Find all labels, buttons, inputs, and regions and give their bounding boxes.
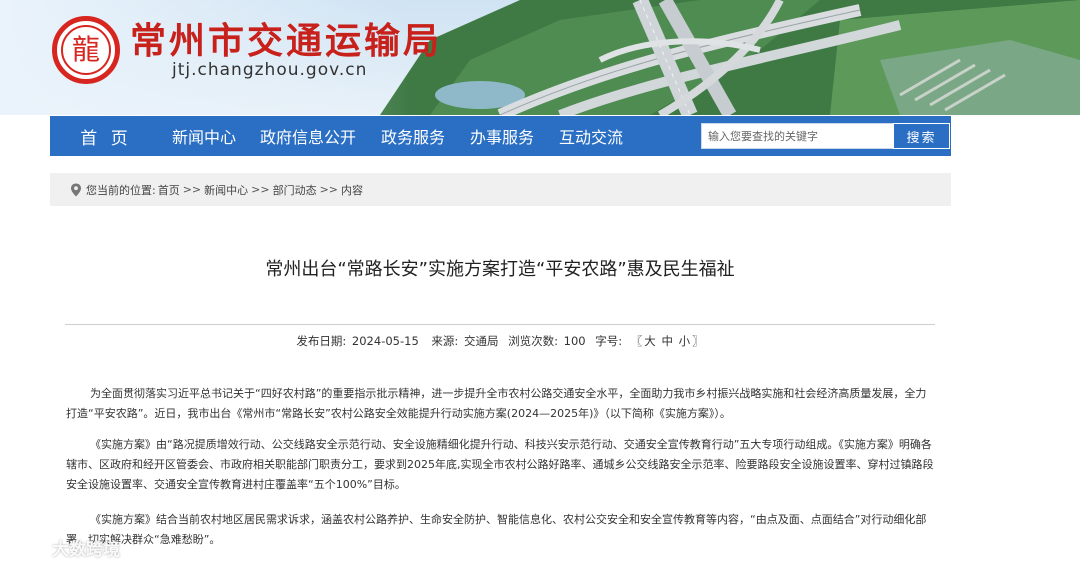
nav-news-center[interactable]: 新闻中心 xyxy=(162,124,246,148)
breadcrumb-dept-news[interactable]: 部门动态 xyxy=(273,182,317,198)
site-title[interactable]: 常州市交通运输局 xyxy=(130,12,442,64)
article-title: 常州出台“常路长安”实施方案打造“平安农路”惠及民生福祉 xyxy=(265,259,735,280)
font-size-bracket-open: 〖 xyxy=(630,334,643,348)
dragon-seal-icon: 龍 xyxy=(61,25,111,75)
view-count-label: 浏览次数: xyxy=(508,334,558,348)
font-size-small-link[interactable]: 小 xyxy=(679,334,691,348)
breadcrumb-separator: >> xyxy=(319,183,339,196)
watermark: 大数跨境 xyxy=(8,535,120,560)
article-paragraph: 《实施方案》由“路况提质增效行动、公交线路安全示范行动、安全设施精细化提升行动、… xyxy=(66,438,934,491)
breadcrumb-home[interactable]: 首页 xyxy=(158,182,180,198)
article-paragraph: 《实施方案》结合当前农村地区居民需求诉求，涵盖农村公路养护、生命安全防护、智能信… xyxy=(66,513,927,546)
article-meta: 发布日期: 2024-05-15 来源: 交通局 浏览次数: 100 字号: 〖… xyxy=(65,333,935,349)
nav-home[interactable]: 首 页 xyxy=(50,124,162,149)
font-size-label: 字号: xyxy=(595,334,623,348)
watermark-logo-icon xyxy=(8,539,44,556)
source-value: 交通局 xyxy=(463,334,499,348)
view-count: 100 xyxy=(563,334,586,348)
breadcrumb-separator: >> xyxy=(182,183,202,196)
site-domain: jtj.changzhou.gov.cn xyxy=(172,60,368,80)
search-button[interactable]: 搜索 xyxy=(893,123,950,149)
nav-business-services[interactable]: 办事服务 xyxy=(456,124,548,148)
breadcrumb-separator: >> xyxy=(251,183,270,196)
breadcrumb-current: 内容 xyxy=(341,183,364,197)
breadcrumb: 您当前的位置: 首页 >> 新闻中心 >> 部门动态 >> 内容 xyxy=(50,173,951,206)
logo-emblem[interactable]: 龍 xyxy=(52,16,120,84)
article-paragraph: 为全面贯彻落实习近平总书记关于“四好农村路”的重要指示批示精神，进一步提升全市农… xyxy=(66,387,927,420)
watermark-text: 大数跨境 xyxy=(52,540,120,560)
font-size-medium-link[interactable]: 中 xyxy=(661,334,673,348)
breadcrumb-prefix: 您当前的位置: xyxy=(86,183,156,197)
font-size-large-link[interactable]: 大 xyxy=(644,334,656,348)
title-divider xyxy=(65,324,935,325)
font-size-bracket-close: 〗 xyxy=(692,334,704,348)
location-pin-icon xyxy=(70,183,82,197)
publish-date-label: 发布日期: xyxy=(296,334,347,348)
source-label: 来源: xyxy=(431,334,459,348)
header-banner: 龍 常州市交通运输局 jtj.changzhou.gov.cn xyxy=(0,0,1080,115)
nav-gov-info-disclosure[interactable]: 政府信息公开 xyxy=(246,124,370,148)
publish-date: 2024-05-15 xyxy=(351,334,419,348)
breadcrumb-news-center[interactable]: 新闻中心 xyxy=(204,182,248,198)
nav-interaction[interactable]: 互动交流 xyxy=(548,124,634,148)
main-nav: 首 页 新闻中心 政府信息公开 政务服务 办事服务 互动交流 搜索 xyxy=(50,116,951,156)
nav-gov-services[interactable]: 政务服务 xyxy=(370,124,456,148)
